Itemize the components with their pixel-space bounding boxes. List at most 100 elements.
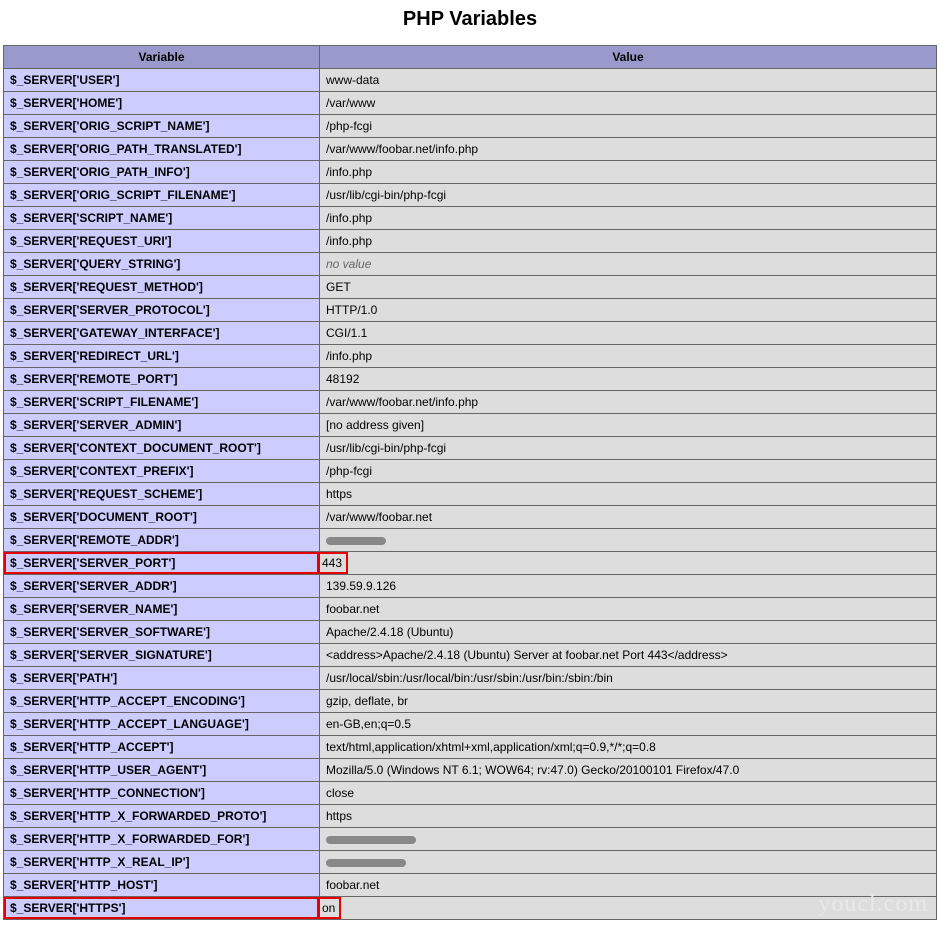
variable-cell: $_SERVER['ORIG_PATH_TRANSLATED'] bbox=[4, 138, 320, 161]
value-cell: /php-fcgi bbox=[320, 115, 937, 138]
table-row: $_SERVER['SERVER_SOFTWARE']Apache/2.4.18… bbox=[4, 621, 937, 644]
table-row: $_SERVER['HTTPS']on bbox=[4, 897, 937, 920]
redacted-value bbox=[326, 537, 386, 545]
variable-cell: $_SERVER['SCRIPT_NAME'] bbox=[4, 207, 320, 230]
table-row: $_SERVER['HTTP_CONNECTION']close bbox=[4, 782, 937, 805]
value-cell: /info.php bbox=[320, 230, 937, 253]
value-cell: 443 bbox=[320, 552, 937, 575]
variable-cell: $_SERVER['SCRIPT_FILENAME'] bbox=[4, 391, 320, 414]
value-cell: Apache/2.4.18 (Ubuntu) bbox=[320, 621, 937, 644]
value-cell: no value bbox=[320, 253, 937, 276]
variable-cell: $_SERVER['HTTP_HOST'] bbox=[4, 874, 320, 897]
table-row: $_SERVER['REQUEST_SCHEME']https bbox=[4, 483, 937, 506]
variable-cell: $_SERVER['SERVER_NAME'] bbox=[4, 598, 320, 621]
table-row: $_SERVER['REDIRECT_URL']/info.php bbox=[4, 345, 937, 368]
table-row: $_SERVER['HTTP_HOST']foobar.net bbox=[4, 874, 937, 897]
variable-cell: $_SERVER['DOCUMENT_ROOT'] bbox=[4, 506, 320, 529]
variable-cell: $_SERVER['USER'] bbox=[4, 69, 320, 92]
column-header-value: Value bbox=[320, 46, 937, 69]
variable-cell: $_SERVER['REQUEST_METHOD'] bbox=[4, 276, 320, 299]
variable-cell: $_SERVER['PATH'] bbox=[4, 667, 320, 690]
table-row: $_SERVER['SERVER_PROTOCOL']HTTP/1.0 bbox=[4, 299, 937, 322]
table-row: $_SERVER['SERVER_SIGNATURE']<address>Apa… bbox=[4, 644, 937, 667]
value-cell: /info.php bbox=[320, 345, 937, 368]
value-cell: /usr/lib/cgi-bin/php-fcgi bbox=[320, 437, 937, 460]
variable-cell: $_SERVER['SERVER_ADMIN'] bbox=[4, 414, 320, 437]
table-row: $_SERVER['SCRIPT_FILENAME']/var/www/foob… bbox=[4, 391, 937, 414]
variable-cell: $_SERVER['CONTEXT_DOCUMENT_ROOT'] bbox=[4, 437, 320, 460]
value-cell: [no address given] bbox=[320, 414, 937, 437]
table-row: $_SERVER['SERVER_ADDR']139.59.9.126 bbox=[4, 575, 937, 598]
variable-cell: $_SERVER['ORIG_PATH_INFO'] bbox=[4, 161, 320, 184]
table-row: $_SERVER['HTTP_ACCEPT_LANGUAGE']en-GB,en… bbox=[4, 713, 937, 736]
value-cell: text/html,application/xhtml+xml,applicat… bbox=[320, 736, 937, 759]
value-cell: /var/www/foobar.net bbox=[320, 506, 937, 529]
variable-cell: $_SERVER['SERVER_ADDR'] bbox=[4, 575, 320, 598]
variable-cell: $_SERVER['REQUEST_URI'] bbox=[4, 230, 320, 253]
value-cell: close bbox=[320, 782, 937, 805]
value-cell: 139.59.9.126 bbox=[320, 575, 937, 598]
value-cell: <address>Apache/2.4.18 (Ubuntu) Server a… bbox=[320, 644, 937, 667]
value-cell: https bbox=[320, 805, 937, 828]
value-cell: HTTP/1.0 bbox=[320, 299, 937, 322]
table-row: $_SERVER['HTTP_X_FORWARDED_PROTO']https bbox=[4, 805, 937, 828]
variable-cell: $_SERVER['ORIG_SCRIPT_FILENAME'] bbox=[4, 184, 320, 207]
column-header-variable: Variable bbox=[4, 46, 320, 69]
highlighted-value: on bbox=[320, 899, 339, 917]
value-cell: /var/www/foobar.net/info.php bbox=[320, 138, 937, 161]
table-row: $_SERVER['HOME']/var/www bbox=[4, 92, 937, 115]
value-cell: https bbox=[320, 483, 937, 506]
table-header-row: Variable Value bbox=[4, 46, 937, 69]
value-cell: en-GB,en;q=0.5 bbox=[320, 713, 937, 736]
variable-cell: $_SERVER['REDIRECT_URL'] bbox=[4, 345, 320, 368]
value-cell: /usr/local/sbin:/usr/local/bin:/usr/sbin… bbox=[320, 667, 937, 690]
variable-cell: $_SERVER['HTTP_ACCEPT'] bbox=[4, 736, 320, 759]
value-cell bbox=[320, 529, 937, 552]
value-cell: 48192 bbox=[320, 368, 937, 391]
variable-cell: $_SERVER['REMOTE_PORT'] bbox=[4, 368, 320, 391]
table-row: $_SERVER['PATH']/usr/local/sbin:/usr/loc… bbox=[4, 667, 937, 690]
variable-cell: $_SERVER['HTTP_X_FORWARDED_PROTO'] bbox=[4, 805, 320, 828]
table-row: $_SERVER['REQUEST_METHOD']GET bbox=[4, 276, 937, 299]
variable-cell: $_SERVER['ORIG_SCRIPT_NAME'] bbox=[4, 115, 320, 138]
highlighted-value: 443 bbox=[320, 554, 346, 572]
variable-cell: $_SERVER['GATEWAY_INTERFACE'] bbox=[4, 322, 320, 345]
value-cell: /php-fcgi bbox=[320, 460, 937, 483]
value-cell: foobar.net bbox=[320, 874, 937, 897]
table-row: $_SERVER['QUERY_STRING']no value bbox=[4, 253, 937, 276]
table-row: $_SERVER['USER']www-data bbox=[4, 69, 937, 92]
value-cell bbox=[320, 851, 937, 874]
variable-cell: $_SERVER['HTTP_ACCEPT_LANGUAGE'] bbox=[4, 713, 320, 736]
variable-cell: $_SERVER['HTTP_X_REAL_IP'] bbox=[4, 851, 320, 874]
no-value-text: no value bbox=[326, 257, 371, 271]
redacted-value bbox=[326, 836, 416, 844]
table-row: $_SERVER['SERVER_NAME']foobar.net bbox=[4, 598, 937, 621]
value-cell: /info.php bbox=[320, 207, 937, 230]
table-row: $_SERVER['REMOTE_ADDR'] bbox=[4, 529, 937, 552]
table-row: $_SERVER['ORIG_PATH_TRANSLATED']/var/www… bbox=[4, 138, 937, 161]
table-row: $_SERVER['HTTP_X_REAL_IP'] bbox=[4, 851, 937, 874]
variable-cell: $_SERVER['SERVER_SOFTWARE'] bbox=[4, 621, 320, 644]
variable-cell: $_SERVER['SERVER_SIGNATURE'] bbox=[4, 644, 320, 667]
variable-cell: $_SERVER['REQUEST_SCHEME'] bbox=[4, 483, 320, 506]
value-cell: gzip, deflate, br bbox=[320, 690, 937, 713]
value-cell: GET bbox=[320, 276, 937, 299]
value-cell: /usr/lib/cgi-bin/php-fcgi bbox=[320, 184, 937, 207]
php-variables-table: Variable Value $_SERVER['USER']www-data$… bbox=[3, 45, 937, 920]
value-cell: Mozilla/5.0 (Windows NT 6.1; WOW64; rv:4… bbox=[320, 759, 937, 782]
table-row: $_SERVER['CONTEXT_DOCUMENT_ROOT']/usr/li… bbox=[4, 437, 937, 460]
table-row: $_SERVER['CONTEXT_PREFIX']/php-fcgi bbox=[4, 460, 937, 483]
table-row: $_SERVER['ORIG_PATH_INFO']/info.php bbox=[4, 161, 937, 184]
variable-cell: $_SERVER['HTTP_USER_AGENT'] bbox=[4, 759, 320, 782]
variable-cell: $_SERVER['REMOTE_ADDR'] bbox=[4, 529, 320, 552]
table-row: $_SERVER['GATEWAY_INTERFACE']CGI/1.1 bbox=[4, 322, 937, 345]
table-row: $_SERVER['REMOTE_PORT']48192 bbox=[4, 368, 937, 391]
variable-cell: $_SERVER['HOME'] bbox=[4, 92, 320, 115]
table-row: $_SERVER['SERVER_PORT']443 bbox=[4, 552, 937, 575]
value-cell: /info.php bbox=[320, 161, 937, 184]
table-row: $_SERVER['DOCUMENT_ROOT']/var/www/foobar… bbox=[4, 506, 937, 529]
variable-cell: $_SERVER['HTTP_X_FORWARDED_FOR'] bbox=[4, 828, 320, 851]
table-row: $_SERVER['HTTP_ACCEPT_ENCODING']gzip, de… bbox=[4, 690, 937, 713]
value-cell: foobar.net bbox=[320, 598, 937, 621]
variable-cell: $_SERVER['SERVER_PROTOCOL'] bbox=[4, 299, 320, 322]
